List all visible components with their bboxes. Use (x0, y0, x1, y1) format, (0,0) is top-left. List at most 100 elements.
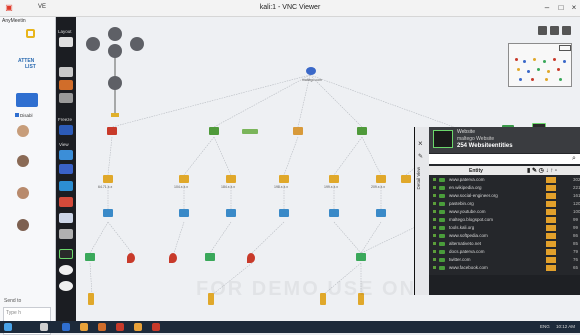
netblock-node[interactable] (103, 209, 113, 217)
row-bookmark-icon[interactable] (546, 177, 556, 183)
zoom-slider-marker[interactable] (111, 113, 119, 117)
monitor-icon[interactable] (59, 67, 73, 77)
ip-node[interactable] (179, 175, 189, 183)
pan-down-button[interactable] (108, 44, 122, 58)
location-node[interactable] (127, 253, 135, 263)
terminal-icon[interactable] (59, 249, 73, 259)
website-root-node[interactable] (306, 67, 316, 75)
row-checkbox[interactable] (433, 226, 436, 229)
maximize-button[interactable]: □ (554, 2, 568, 14)
ip-node[interactable] (226, 175, 236, 183)
netblock-node[interactable] (226, 209, 236, 217)
row-checkbox[interactable] (433, 210, 436, 213)
row-checkbox[interactable] (433, 218, 436, 221)
detail-view-tab[interactable]: Detail View (416, 167, 421, 189)
entity-node[interactable] (209, 127, 219, 135)
disable-checkbox[interactable]: Disabl (15, 113, 33, 118)
start-button-icon[interactable] (4, 323, 12, 331)
table-row[interactable]: www.youtube.com 100 (429, 208, 580, 216)
folder-icon[interactable] (80, 323, 88, 331)
row-checkbox[interactable] (433, 266, 436, 269)
pen-icon[interactable] (59, 93, 73, 103)
avatar[interactable] (17, 125, 29, 137)
table-row[interactable]: www.facebook.com 65 (429, 264, 580, 272)
row-checkbox[interactable] (433, 242, 436, 245)
ie-icon[interactable] (62, 323, 70, 331)
zoom-out-button[interactable] (86, 37, 100, 51)
row-bookmark-icon[interactable] (546, 217, 556, 223)
ip-node[interactable] (279, 175, 289, 183)
clock[interactable]: 10:12 AM (556, 324, 575, 329)
entity-column-header[interactable]: Entity (469, 168, 483, 174)
pin-icon[interactable]: ✎ (418, 153, 423, 160)
entity-node[interactable] (242, 129, 258, 134)
ip-node[interactable] (329, 175, 339, 183)
layout-tool-icon[interactable] (59, 37, 73, 47)
table-row[interactable]: alternativeto.net 85 (429, 240, 580, 248)
app-yellow-icon[interactable] (134, 323, 142, 331)
table-row[interactable]: www.softpedia.com 86 (429, 232, 580, 240)
chrome-icon[interactable] (59, 164, 73, 174)
close-button[interactable]: × (567, 2, 580, 14)
row-checkbox[interactable] (433, 258, 436, 261)
table-row[interactable]: www.paterva.com 302 (429, 176, 580, 184)
table-row[interactable]: www.social-engineer.org 161 (429, 192, 580, 200)
tool-icon[interactable] (59, 229, 73, 239)
graph-overview-minimap[interactable] (508, 43, 572, 87)
app-red-icon[interactable] (152, 323, 160, 331)
language-indicator[interactable]: ENG (540, 324, 550, 329)
location-node[interactable] (247, 253, 255, 263)
zoom-in-button[interactable] (130, 37, 144, 51)
entity-search-input[interactable]: ⌕ (429, 154, 580, 164)
firefox-icon[interactable] (59, 80, 73, 90)
row-bookmark-icon[interactable] (546, 233, 556, 239)
avatar[interactable] (17, 219, 29, 231)
entity-node[interactable] (107, 127, 117, 135)
attendee-tile[interactable] (16, 93, 38, 107)
column-tools-icon[interactable]: ▮ ✎ ◷ ↓ ↑ ▫ (527, 167, 557, 174)
row-bookmark-icon[interactable] (546, 265, 556, 271)
app-red-icon[interactable] (116, 323, 124, 331)
settings-icon[interactable] (59, 281, 73, 291)
search-icon[interactable]: ⌕ (572, 155, 576, 163)
close-panel-button[interactable]: × (418, 139, 423, 148)
row-bookmark-icon[interactable] (546, 225, 556, 231)
document-node[interactable] (88, 293, 94, 305)
table-row[interactable]: maltego.blogspot.com 99 (429, 216, 580, 224)
row-checkbox[interactable] (433, 234, 436, 237)
row-checkbox[interactable] (433, 194, 436, 197)
table-row[interactable]: tools.kali.org 99 (429, 224, 580, 232)
row-checkbox[interactable] (433, 202, 436, 205)
as-node[interactable] (85, 253, 95, 261)
record-icon[interactable] (59, 265, 73, 275)
table-row[interactable]: en.wikipedia.org 221 (429, 184, 580, 192)
table-row[interactable]: twitter.com 76 (429, 256, 580, 264)
row-bookmark-icon[interactable] (546, 201, 556, 207)
ip-node[interactable] (401, 175, 411, 183)
eye-icon[interactable] (59, 213, 73, 223)
list-view-icon[interactable] (550, 26, 559, 35)
netblock-node[interactable] (179, 209, 189, 217)
netblock-node[interactable] (329, 209, 339, 217)
netblock-node[interactable] (279, 209, 289, 217)
avatar[interactable] (17, 187, 29, 199)
as-node[interactable] (356, 253, 366, 261)
ip-node[interactable] (376, 175, 386, 183)
grid-view-icon[interactable] (538, 26, 547, 35)
shield-icon[interactable] (59, 125, 73, 135)
row-bookmark-icon[interactable] (546, 241, 556, 247)
blue-app-icon[interactable] (59, 150, 73, 160)
table-row[interactable]: pastebin.org 120 (429, 200, 580, 208)
minimap-viewport[interactable] (559, 45, 571, 51)
firefox-icon[interactable] (98, 323, 106, 331)
row-checkbox[interactable] (433, 178, 436, 181)
minimize-button[interactable]: – (540, 2, 554, 14)
ip-node[interactable] (103, 175, 113, 183)
location-node[interactable] (169, 253, 177, 263)
search-icon[interactable] (40, 323, 48, 331)
row-bookmark-icon[interactable] (546, 209, 556, 215)
table-row[interactable]: docs.paterva.com 79 (429, 248, 580, 256)
pan-up-button[interactable] (108, 27, 122, 41)
tree-view-icon[interactable] (562, 26, 571, 35)
row-bookmark-icon[interactable] (546, 257, 556, 263)
